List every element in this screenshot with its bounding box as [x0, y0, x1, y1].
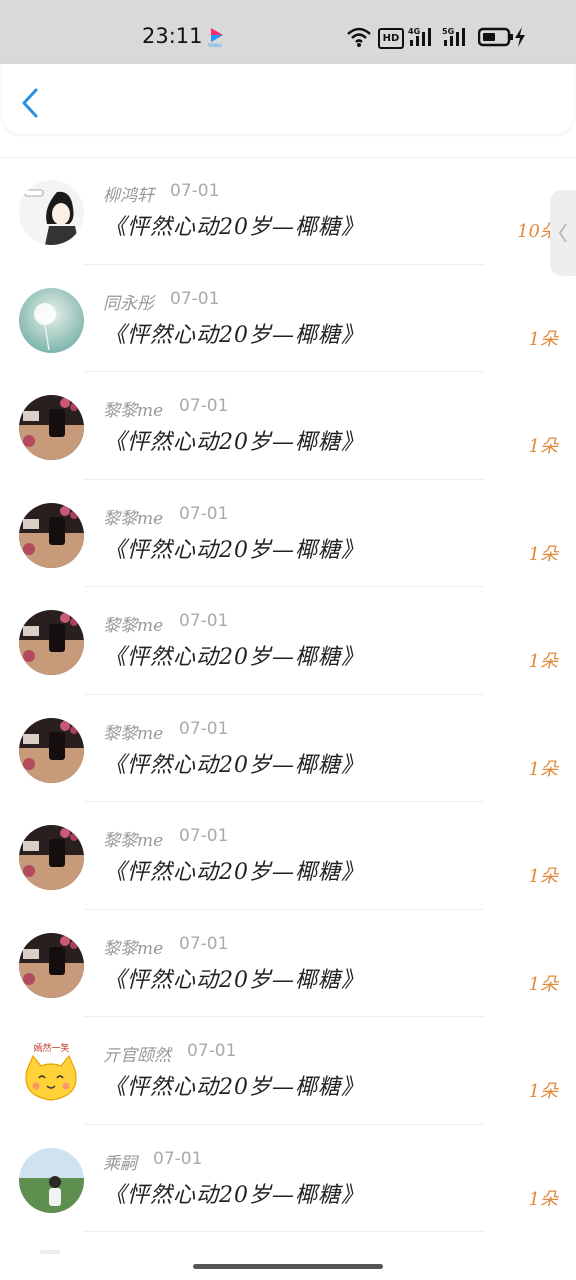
message-text: 《怦然心动20岁—椰糖》 — [104, 430, 364, 455]
charging-bolt-icon — [515, 27, 525, 47]
list-item[interactable]: 柳鸿轩 07-01 《怦然心动20岁—椰糖》 10朵 — [0, 157, 576, 265]
sender-name[interactable]: 亓官颐然 — [103, 1041, 171, 1066]
flower-count: 1朵 — [528, 543, 558, 565]
sender-name[interactable]: 黎黎me — [103, 611, 163, 636]
svg-text:YOUKU: YOUKU — [207, 43, 222, 48]
flower-count: 1朵 — [528, 1188, 558, 1210]
message-date: 07-01 — [153, 1148, 203, 1169]
cartoon-girl-avatar[interactable] — [19, 180, 84, 245]
flower-count: 1朵 — [528, 1081, 558, 1102]
selfie-avatar[interactable] — [19, 825, 84, 890]
selfie-avatar[interactable] — [19, 932, 84, 998]
message-date: 07-01 — [170, 181, 220, 201]
message-text: 《怦然心动20岁—椰糖》 — [104, 215, 364, 240]
gift-list: 柳鸿轩 07-01 《怦然心动20岁—椰糖》 10朵 同永彤 07-01 《怦然心动20岁… — [0, 157, 576, 1232]
hd-icon: HD — [378, 28, 404, 49]
cartoon-cat-avatar[interactable]: 嫣然一笑 — [19, 1040, 84, 1105]
row-divider — [84, 1231, 484, 1232]
chevron-left-icon — [22, 88, 38, 118]
svg-text:4G: 4G — [408, 27, 420, 36]
flower-count: 1朵 — [528, 328, 558, 350]
flower-count: 1朵 — [528, 651, 558, 672]
battery-icon — [478, 27, 513, 47]
selfie-avatar[interactable] — [19, 502, 84, 568]
message-text: 《怦然心动20岁—椰糖》 — [104, 967, 364, 993]
chevron-left-icon — [558, 223, 567, 243]
svg-text:5G: 5G — [442, 27, 454, 36]
list-item[interactable]: 同永彤 07-01 《怦然心动20岁—椰糖》 1朵 — [0, 265, 576, 372]
status-time: 23:11 — [142, 24, 203, 48]
side-drawer-tab[interactable] — [550, 190, 576, 276]
youku-logo-icon: YOUKU — [207, 28, 223, 48]
message-date: 07-01 — [179, 933, 229, 954]
message-date: 07-01 — [179, 826, 229, 846]
list-item[interactable]: 黎黎me 07-01 《怦然心动20岁—椰糖》 1朵 — [0, 910, 576, 1017]
message-date: 07-01 — [179, 718, 229, 739]
message-date: 07-01 — [179, 503, 229, 524]
list-item[interactable]: 黎黎me 07-01 《怦然心动20岁—椰糖》 1朵 — [0, 695, 576, 802]
sender-name[interactable]: 柳鸿轩 — [103, 181, 154, 206]
wifi-icon — [347, 27, 371, 47]
list-item[interactable]: 嫣然一笑 亓官颐然 07-01 《怦然心动20岁—椰糖》 1朵 — [0, 1017, 576, 1125]
list-item[interactable]: 黎黎me 07-01 《怦然心动20岁—椰糖》 1朵 — [0, 587, 576, 695]
selfie-avatar[interactable] — [19, 717, 84, 783]
sender-name[interactable]: 乘嗣 — [103, 1149, 137, 1174]
outdoor-photo-avatar[interactable] — [19, 1147, 84, 1213]
message-text: 《怦然心动20岁—椰糖》 — [104, 1075, 364, 1100]
svg-text:嫣然一笑: 嫣然一笑 — [33, 1042, 69, 1054]
list-item[interactable]: 黎黎me 07-01 《怦然心动20岁—椰糖》 1朵 — [0, 802, 576, 910]
message-text: 《怦然心动20岁—椰糖》 — [104, 752, 364, 778]
status-bar: 23:11 YOUKU HD 4G 5G — [0, 0, 576, 64]
home-indicator[interactable] — [193, 1264, 383, 1269]
sender-name[interactable]: 黎黎me — [103, 719, 163, 744]
list-item[interactable]: 黎黎me 07-01 《怦然心动20岁—椰糖》 1朵 — [0, 372, 576, 480]
message-text: 《怦然心动20岁—椰糖》 — [104, 860, 364, 885]
flower-count: 1朵 — [528, 973, 558, 995]
list-item[interactable]: 黎黎me 07-01 《怦然心动20岁—椰糖》 1朵 — [0, 480, 576, 587]
selfie-avatar[interactable] — [19, 395, 84, 460]
message-text: 《怦然心动20岁—椰糖》 — [104, 645, 364, 670]
5g-signal-icon: 5G — [442, 27, 465, 46]
back-button[interactable] — [16, 86, 46, 120]
partial-next-row — [40, 1250, 60, 1254]
message-date: 07-01 — [187, 1041, 237, 1061]
message-date: 07-01 — [179, 611, 229, 631]
dandelion-avatar[interactable] — [19, 287, 84, 353]
list-item[interactable]: 乘嗣 07-01 《怦然心动20岁—椰糖》 1朵 — [0, 1125, 576, 1232]
sender-name[interactable]: 黎黎me — [103, 934, 163, 959]
sender-name[interactable]: 同永彤 — [103, 289, 154, 314]
message-text: 《怦然心动20岁—椰糖》 — [104, 537, 364, 563]
message-text: 《怦然心动20岁—椰糖》 — [104, 1182, 364, 1208]
sender-name[interactable]: 黎黎me — [103, 504, 163, 529]
message-text: 《怦然心动20岁—椰糖》 — [104, 322, 364, 348]
flower-count: 1朵 — [528, 758, 558, 780]
top-header — [2, 64, 574, 134]
flower-count: 1朵 — [528, 436, 558, 457]
sender-name[interactable]: 黎黎me — [103, 396, 163, 421]
sender-name[interactable]: 黎黎me — [103, 826, 163, 851]
selfie-avatar[interactable] — [19, 610, 84, 675]
message-date: 07-01 — [179, 396, 229, 416]
flower-count: 1朵 — [528, 866, 558, 887]
4g-signal-icon: 4G — [408, 27, 431, 46]
message-date: 07-01 — [170, 288, 220, 309]
